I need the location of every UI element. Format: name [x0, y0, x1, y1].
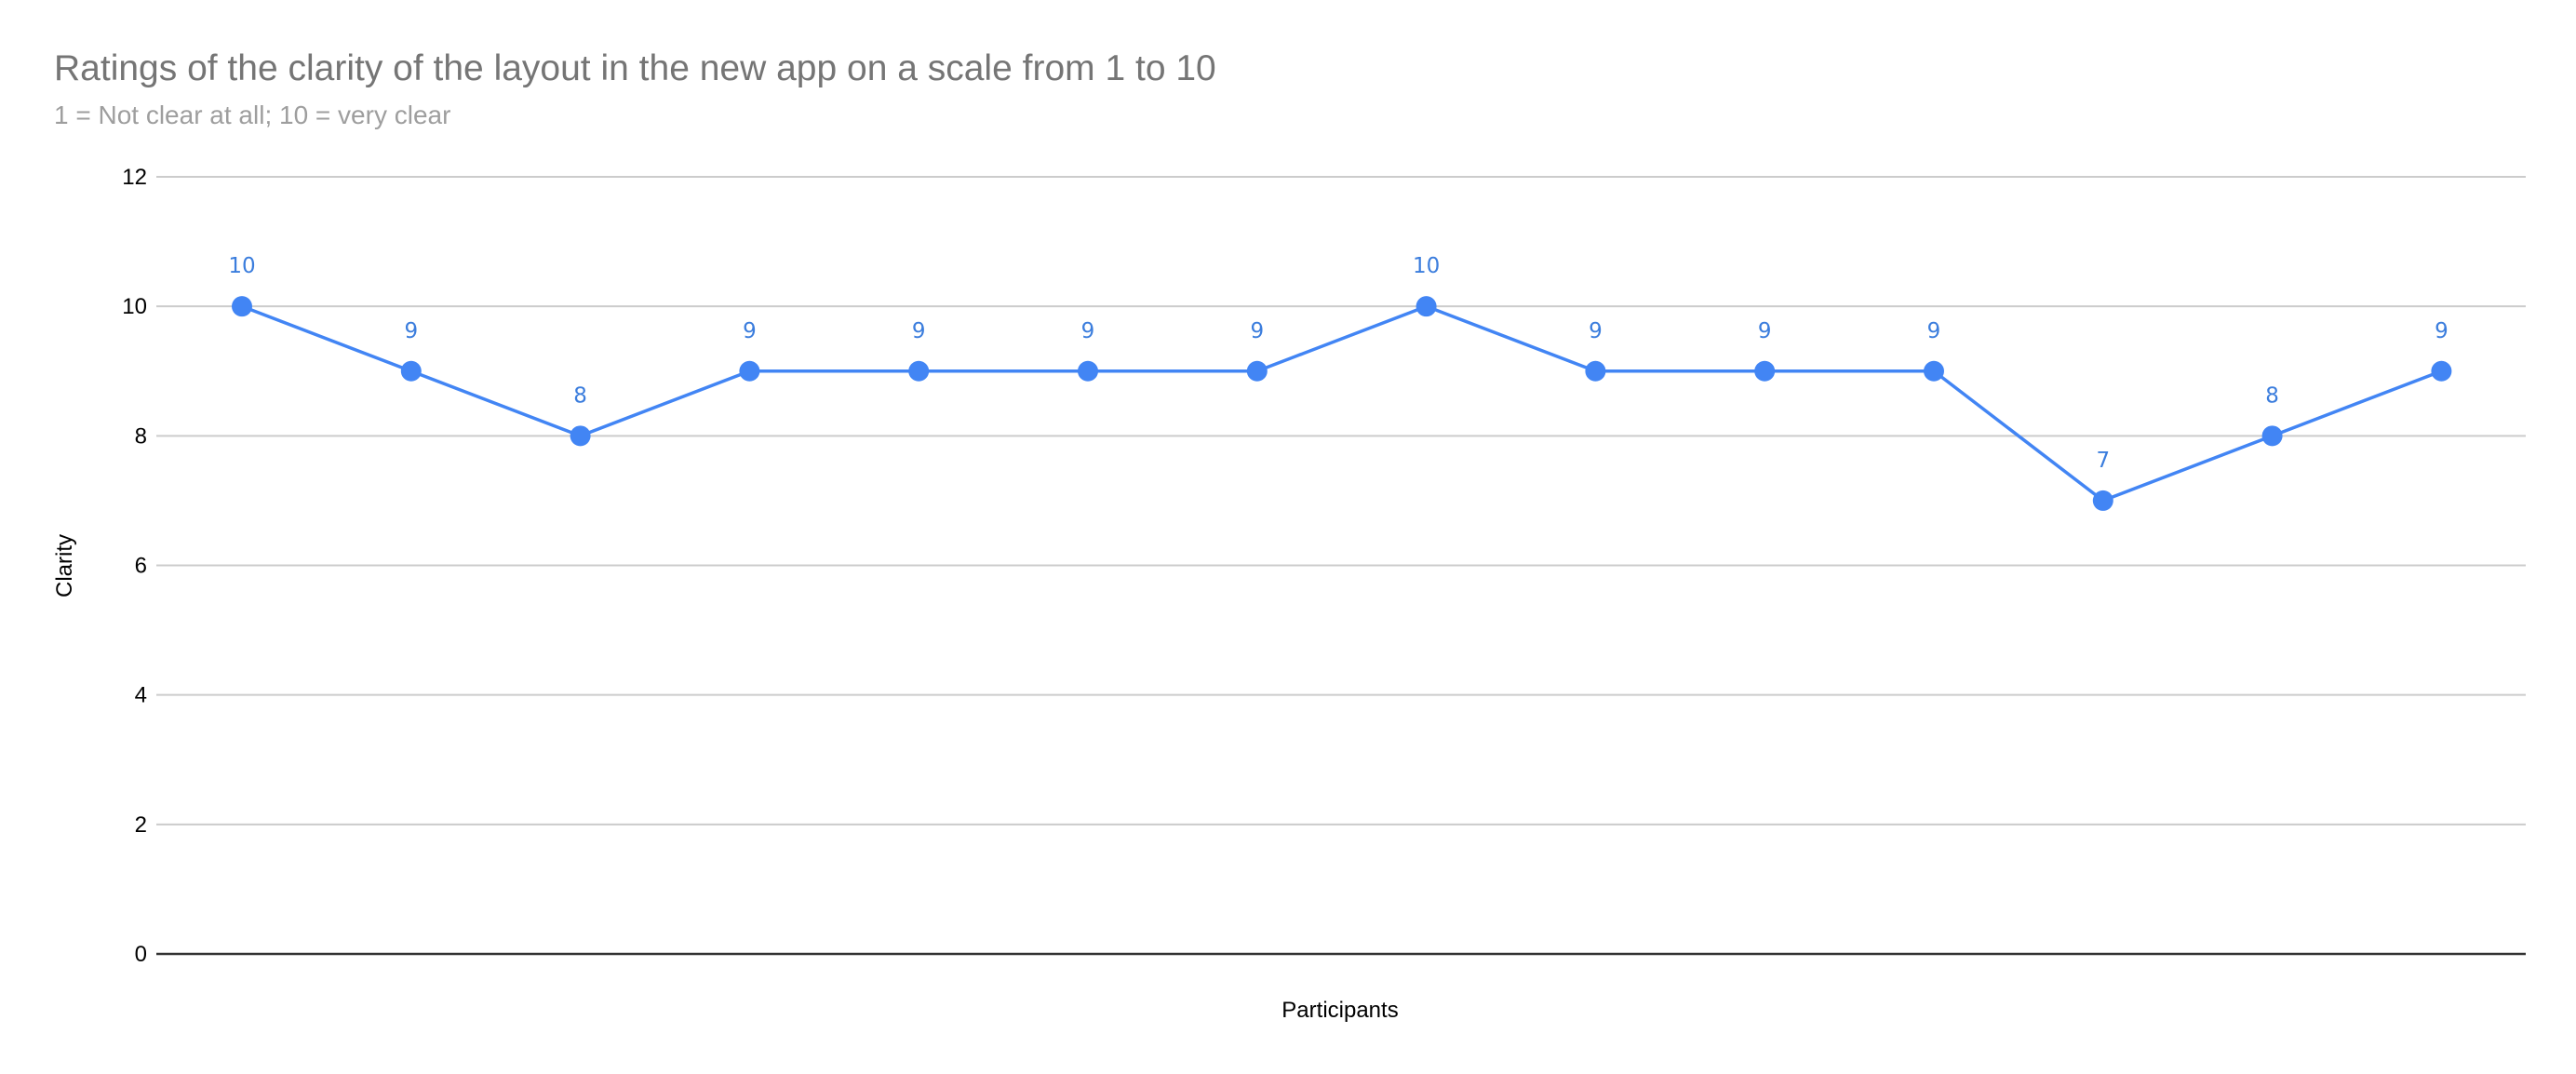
data-label: 10 — [1413, 254, 1440, 278]
data-label: 7 — [2096, 449, 2110, 473]
y-axis-ticks: 0 2 4 6 8 10 12 — [122, 165, 147, 967]
data-label: 9 — [404, 319, 418, 343]
y-axis-title: Clarity — [52, 534, 77, 597]
data-point — [2431, 360, 2452, 382]
series-line-group — [241, 304, 2443, 503]
data-label: 9 — [1250, 319, 1264, 343]
data-point — [1078, 360, 1098, 382]
line-chart: 0 2 4 6 8 10 12 10 9 8 9 9 9 9 10 9 9 9 7 8 9 Clarity Parti… — [52, 165, 2526, 1023]
data-point — [400, 360, 422, 382]
data-point — [1415, 296, 1437, 317]
data-point — [1754, 360, 1776, 382]
data-point — [1924, 360, 1944, 382]
data-label: 9 — [1589, 319, 1603, 343]
y-tick-label: 6 — [135, 554, 147, 579]
data-label: 9 — [1758, 319, 1772, 343]
y-tick-label: 0 — [135, 942, 147, 967]
data-label: 8 — [573, 383, 587, 408]
y-tick-label: 4 — [135, 683, 147, 708]
series-line — [241, 304, 2443, 503]
x-axis-title: Participants — [1281, 998, 1398, 1023]
data-label: 9 — [912, 319, 926, 343]
data-point — [232, 296, 252, 317]
data-label: 9 — [2435, 319, 2449, 343]
y-tick-label: 10 — [122, 294, 147, 319]
data-labels: 10 9 8 9 9 9 9 10 9 9 9 7 8 9 — [228, 254, 2448, 473]
data-label: 10 — [228, 254, 255, 278]
data-label: 9 — [743, 319, 757, 343]
data-point — [1585, 360, 1606, 382]
data-label: 8 — [2265, 383, 2279, 408]
data-label: 9 — [1927, 319, 1941, 343]
data-point — [908, 360, 930, 382]
y-tick-label: 2 — [135, 812, 147, 838]
data-points — [232, 296, 2452, 511]
data-label: 9 — [1081, 319, 1095, 343]
data-point — [2261, 425, 2283, 447]
gridlines — [156, 176, 2526, 956]
data-point — [2092, 490, 2113, 511]
data-point — [570, 425, 591, 447]
y-tick-label: 8 — [135, 423, 147, 449]
data-point — [739, 360, 760, 382]
data-point — [1246, 360, 1268, 382]
y-tick-label: 12 — [122, 165, 147, 190]
